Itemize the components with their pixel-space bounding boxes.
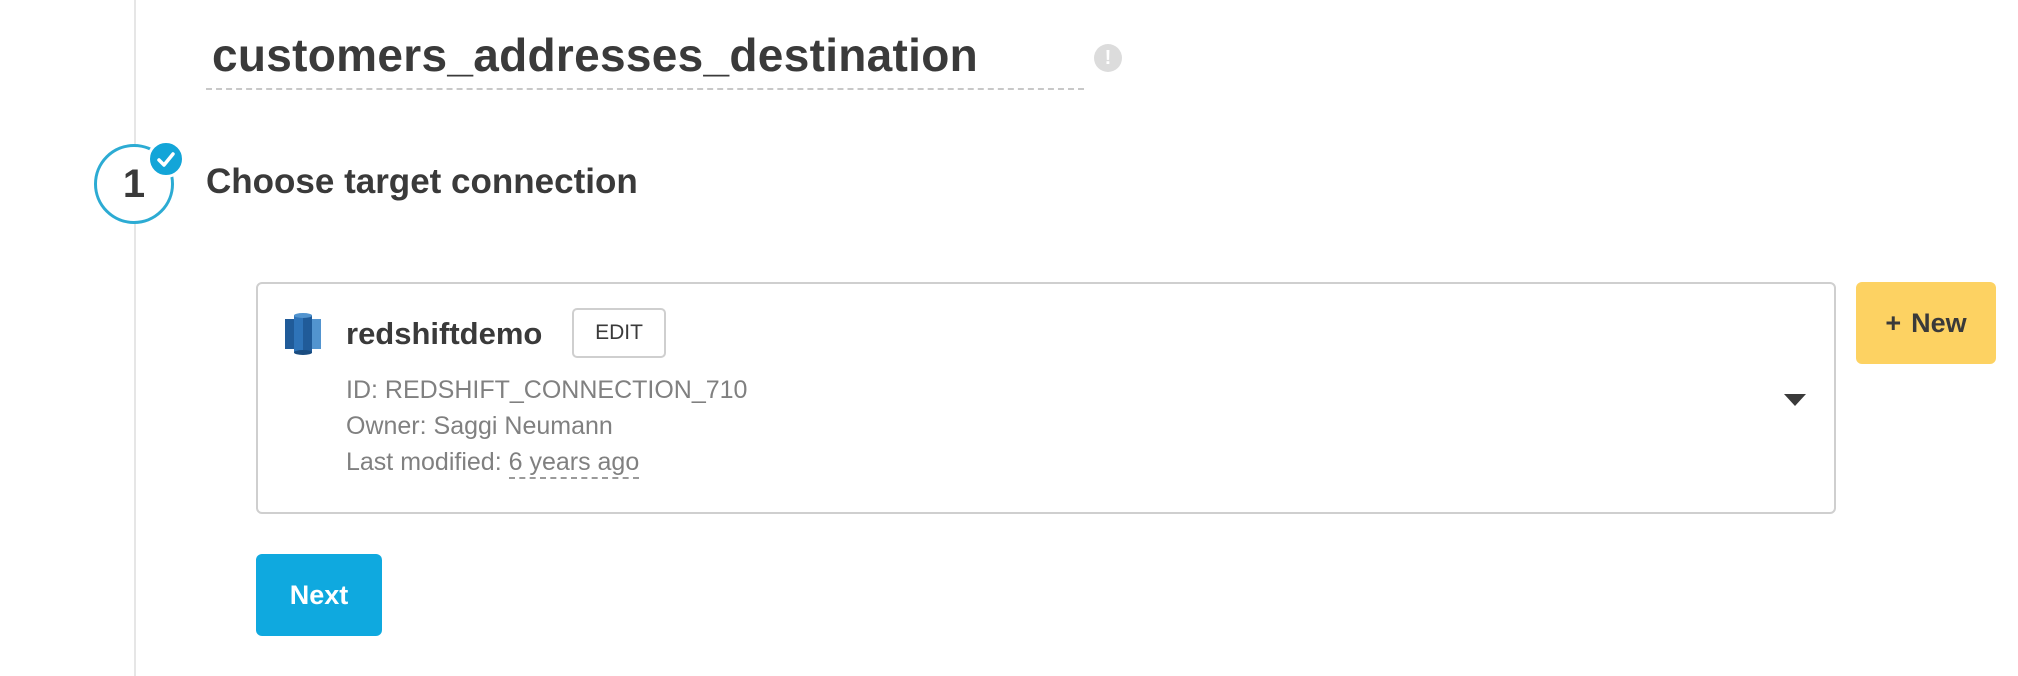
- new-connection-label: New: [1911, 308, 1967, 338]
- last-modified-value: 6 years ago: [508, 448, 640, 479]
- step-title: Choose target connection: [206, 162, 638, 201]
- connection-last-modified: Last modified: 6 years ago: [346, 448, 640, 479]
- exclamation-circle-icon: !: [1094, 44, 1122, 72]
- plus-icon: +: [1885, 308, 1902, 338]
- connection-id: ID: REDSHIFT_CONNECTION_710: [346, 376, 748, 404]
- connection-name: redshiftdemo: [346, 316, 543, 351]
- edit-connection-button[interactable]: EDIT: [572, 308, 666, 358]
- next-button[interactable]: Next: [256, 554, 382, 636]
- caret-down-icon[interactable]: [1784, 394, 1806, 406]
- destination-name-field[interactable]: customers_addresses_destination: [206, 18, 1084, 90]
- connection-owner: Owner: Saggi Neumann: [346, 412, 613, 440]
- last-modified-label: Last modified:: [346, 448, 502, 476]
- check-icon: [147, 140, 185, 178]
- destination-name[interactable]: customers_addresses_destination: [212, 28, 978, 82]
- connection-select[interactable]: redshiftdemo EDIT ID: REDSHIFT_CONNECTIO…: [256, 282, 1836, 514]
- step-timeline-line: [134, 0, 136, 676]
- redshift-database-icon: [284, 312, 324, 356]
- new-connection-button[interactable]: + New: [1856, 282, 1996, 364]
- step-number: 1: [122, 162, 146, 206]
